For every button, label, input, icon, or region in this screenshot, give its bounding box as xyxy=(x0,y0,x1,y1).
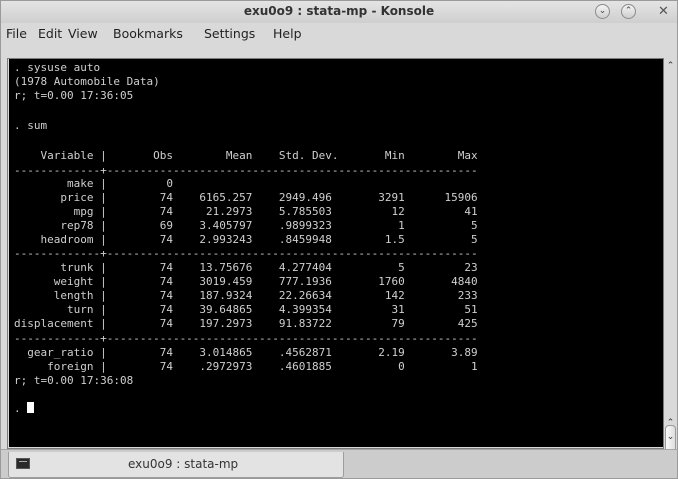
table-row: headroom | 74 2.993243 .8459948 1.5 5 xyxy=(14,233,478,246)
scroll-up-arrow-icon[interactable]: ⌃ xyxy=(664,417,677,429)
menu-file[interactable]: File xyxy=(6,26,27,41)
close-button[interactable]: ✕ xyxy=(656,4,671,19)
table-separator: -------------+--------------------------… xyxy=(14,164,478,177)
scroll-up-arrow-icon[interactable]: ⌃ xyxy=(664,60,677,72)
tab-bar: exu0o9 : stata-mp xyxy=(1,449,677,478)
table-row: displacement | 74 197.2973 91.83722 79 4… xyxy=(14,317,478,330)
konsole-window: exu0o9 : stata-mp - Konsole ⌄ ⌃ ✕ File E… xyxy=(0,0,678,479)
vertical-scrollbar[interactable]: ⌃ ⌃ ⌄ xyxy=(664,58,677,473)
menu-help[interactable]: Help xyxy=(273,26,302,41)
table-row: weight | 74 3019.459 777.1936 1760 4840 xyxy=(14,275,478,288)
terminal-line: (1978 Automobile Data) xyxy=(14,75,160,88)
menu-bar: File Edit View Bookmarks Settings Help xyxy=(1,23,677,43)
terminal-line: r; t=0.00 17:36:05 xyxy=(14,89,134,102)
table-row: trunk | 74 13.75676 4.277404 5 23 xyxy=(14,261,478,274)
table-row: make | 0 xyxy=(14,177,173,190)
maximize-button[interactable]: ⌃ xyxy=(621,4,636,19)
table-row: length | 74 187.9324 22.26634 142 233 xyxy=(14,289,478,302)
terminal-icon xyxy=(16,458,30,469)
table-separator: -------------+--------------------------… xyxy=(14,247,478,260)
window-title: exu0o9 : stata-mp - Konsole xyxy=(243,4,435,18)
menu-settings[interactable]: Settings xyxy=(204,26,255,41)
terminal-line: . sum xyxy=(14,119,48,132)
table-separator: -------------+--------------------------… xyxy=(14,332,478,345)
tab-session[interactable]: exu0o9 : stata-mp xyxy=(8,452,344,478)
table-row: foreign | 74 .2972973 .4601885 0 1 xyxy=(14,360,478,373)
tab-label: exu0o9 : stata-mp xyxy=(128,457,239,471)
terminal-output[interactable]: . sysuse auto (1978 Automobile Data) r; … xyxy=(9,59,663,447)
title-bar[interactable]: exu0o9 : stata-mp - Konsole ⌄ ⌃ ✕ xyxy=(1,1,677,23)
table-row: gear_ratio | 74 3.014865 .4562871 2.19 3… xyxy=(14,346,478,359)
terminal-line: . sysuse auto xyxy=(14,61,101,74)
table-row: turn | 74 39.64865 4.399354 31 51 xyxy=(14,303,478,316)
text-cursor xyxy=(27,402,35,413)
prompt-text: . xyxy=(14,402,28,415)
table-row: rep78 | 69 3.405797 .9899323 1 5 xyxy=(14,219,478,232)
table-row: mpg | 74 21.2973 5.785503 12 41 xyxy=(14,205,478,218)
scroll-down-arrow-icon[interactable]: ⌄ xyxy=(664,431,677,443)
table-header: Variable | Obs Mean Std. Dev. Min Max xyxy=(14,149,478,162)
menu-edit[interactable]: Edit xyxy=(38,26,62,41)
menu-bookmarks[interactable]: Bookmarks xyxy=(113,26,183,41)
terminal-line: r; t=0.00 17:36:08 xyxy=(14,374,134,387)
table-row: price | 74 6165.257 2949.496 3291 15906 xyxy=(14,191,478,204)
command-prompt[interactable]: . xyxy=(14,402,35,415)
menu-view[interactable]: View xyxy=(68,26,98,41)
minimize-button[interactable]: ⌄ xyxy=(595,4,610,19)
